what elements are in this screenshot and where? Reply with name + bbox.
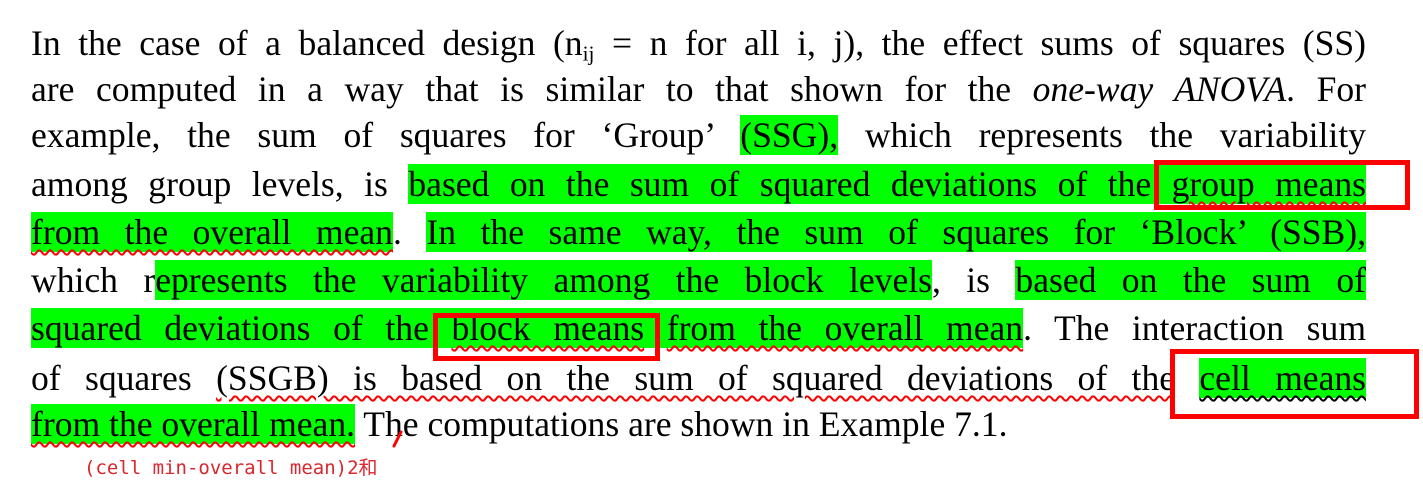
- text-run: among group levels, is: [31, 164, 409, 204]
- paragraph-line-7: squared deviations of the block means fr…: [31, 306, 1366, 350]
- paragraph-line-8: of squares (SSGB) is based on the sum of…: [31, 356, 1366, 400]
- paragraph-line-1: In the case of a balanced design (nij = …: [31, 21, 1366, 65]
- highlighted-text: (SSG),: [740, 115, 839, 155]
- text-run: example, the sum of squares for ‘Group’: [31, 115, 741, 155]
- italic-term: one-way ANOVA: [1032, 69, 1287, 109]
- annotation-box-group-means: [1154, 160, 1410, 210]
- paragraph-line-5: from the overall mean. In the same way, …: [31, 210, 1366, 254]
- highlighted-underlined-text: from the overall mean: [31, 212, 393, 252]
- highlighted-text: squared deviations of the: [31, 308, 452, 348]
- text-run: In the case of a balanced design (n: [31, 23, 583, 63]
- annotation-tick-mark: [392, 430, 403, 448]
- text-run: which represents the variability: [838, 115, 1366, 155]
- highlighted-underlined-text: from the overall mean: [666, 308, 1024, 348]
- annotation-box-cell-means: [1170, 349, 1419, 419]
- text-run: .: [392, 212, 427, 252]
- highlighted-text: In the same way, the sum of squares for …: [426, 212, 1366, 252]
- highlighted-underlined-text: from the overall mean.: [31, 404, 356, 444]
- highlighted-text: based on the sum of squared deviations o…: [408, 164, 1172, 204]
- text-run: which r: [31, 260, 156, 300]
- text-run: , is: [931, 260, 1016, 300]
- paragraph-line-9: from the overall mean. The computations …: [31, 402, 1366, 446]
- subscript: ij: [582, 41, 595, 66]
- highlighted-text: epresents the variability among the bloc…: [155, 260, 932, 300]
- paragraph-line-2: are computed in a way that is similar to…: [31, 67, 1366, 111]
- text-run: are computed in a way that is similar to…: [31, 69, 1033, 109]
- text-run: . The interaction sum: [1023, 308, 1366, 348]
- text-run: . For: [1286, 69, 1366, 109]
- paragraph-line-3: example, the sum of squares for ‘Group’ …: [31, 113, 1366, 157]
- paragraph-line-6: which represents the variability among t…: [31, 258, 1366, 302]
- text-run: = n for all i, j), the effect sums of sq…: [594, 23, 1366, 63]
- highlighted-text: based on the sum of: [1015, 260, 1366, 300]
- underlined-text: (SSGB) is based on the sum of squared de…: [216, 358, 1176, 398]
- text-run: of squares: [31, 358, 217, 398]
- annotation-note: (cell min-overall mean)2和: [84, 457, 378, 479]
- text-run: The computations are shown in Example 7.…: [355, 404, 1008, 444]
- annotation-box-block-means: [433, 313, 660, 361]
